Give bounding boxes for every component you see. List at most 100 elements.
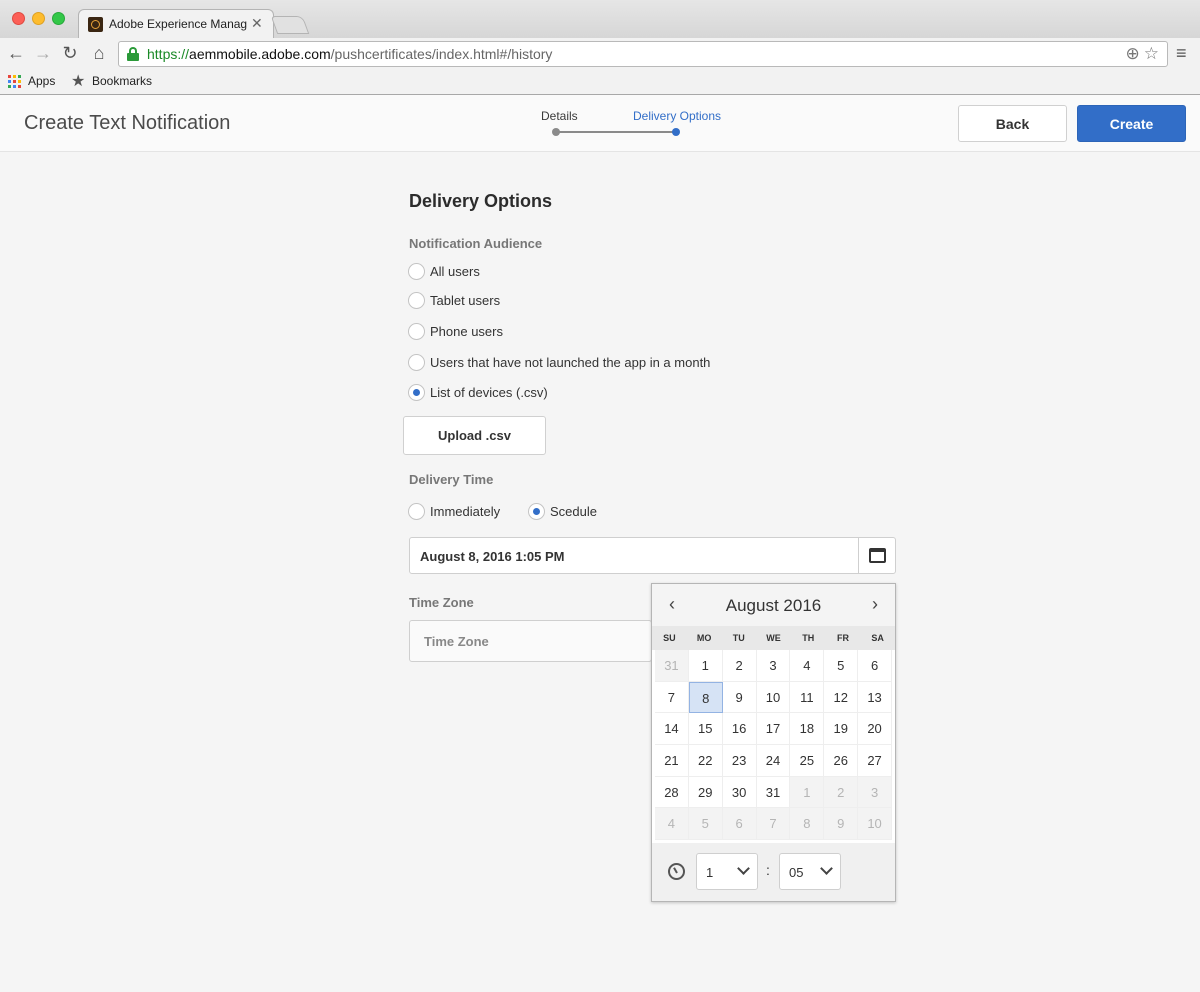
chevron-down-icon (737, 862, 750, 875)
step-details[interactable]: Details (541, 109, 578, 123)
chevron-down-icon (820, 862, 833, 875)
step-dot-delivery (672, 128, 680, 136)
radio-label: Tablet users (430, 292, 501, 308)
calendar-day[interactable]: 24 (756, 745, 791, 777)
timezone-label: Time Zone (409, 595, 474, 610)
back-button[interactable]: Back (958, 105, 1067, 142)
calendar-day[interactable]: 16 (722, 713, 757, 746)
calendar-day[interactable]: 6 (858, 650, 892, 682)
bookmark-apps[interactable]: Apps (28, 74, 55, 88)
address-bar[interactable]: https://aemmobile.adobe.com/pushcertific… (118, 41, 1168, 67)
calendar-day-outside-month[interactable]: 10 (858, 808, 892, 841)
create-button[interactable]: Create (1077, 105, 1186, 142)
hour-select[interactable]: 1 (696, 853, 758, 890)
radio-immediately[interactable]: Immediately (408, 501, 500, 521)
calendar-day-outside-month[interactable]: 31 (655, 650, 689, 682)
calendar-day-outside-month[interactable]: 2 (824, 776, 859, 809)
calendar-day[interactable]: 10 (756, 681, 791, 714)
calendar-day[interactable]: 25 (790, 745, 825, 777)
radio-all-users[interactable]: All users (408, 261, 480, 281)
bookmark-star-icon[interactable]: ☆ (1144, 44, 1163, 63)
browser-tab[interactable]: Adobe Experience Manager ✕ (78, 9, 274, 39)
radio-button-checked[interactable] (528, 502, 545, 520)
weekday-label: TU (732, 633, 745, 643)
browser-toolbar: ← → ↻ ⌂ https://aemmobile.adobe.com/push… (0, 38, 1200, 70)
hour-value: 1 (706, 865, 714, 880)
chevron-right-icon[interactable]: › (865, 594, 885, 615)
radio-button[interactable] (408, 353, 425, 371)
calendar-day[interactable]: 18 (790, 713, 825, 746)
browser-menu-icon[interactable]: ≡ (1176, 43, 1187, 64)
radio-schedule[interactable]: Scedule (528, 501, 597, 521)
calendar-day[interactable]: 27 (858, 745, 892, 777)
calendar-day[interactable]: 8 (688, 681, 723, 714)
calendar-day[interactable]: 23 (722, 745, 757, 777)
calendar-day[interactable]: 31 (756, 776, 791, 809)
upload-csv-button[interactable]: Upload .csv (403, 416, 546, 455)
calendar-day[interactable]: 28 (655, 776, 689, 809)
calendar-day[interactable]: 9 (722, 681, 757, 714)
calendar-day-outside-month[interactable]: 8 (790, 808, 825, 841)
calendar-day[interactable]: 7 (655, 681, 689, 714)
radio-button[interactable] (408, 291, 425, 309)
tab-close-icon[interactable]: ✕ (251, 15, 263, 32)
calendar-day[interactable]: 29 (688, 776, 723, 809)
calendar-day[interactable]: 17 (756, 713, 791, 746)
date-value: August 8, 2016 1:05 PM (420, 549, 565, 564)
calendar-day-outside-month[interactable]: 4 (655, 808, 689, 841)
reload-icon[interactable]: ↻ (59, 42, 81, 64)
calendar-day-outside-month[interactable]: 3 (858, 776, 892, 809)
calendar-day-outside-month[interactable]: 7 (756, 808, 791, 841)
radio-button[interactable] (408, 322, 425, 340)
url-text: https://aemmobile.adobe.com/pushcertific… (147, 46, 553, 62)
radio-button[interactable] (408, 502, 425, 520)
calendar-day-outside-month[interactable]: 5 (688, 808, 723, 841)
calendar-day[interactable]: 13 (858, 681, 892, 714)
calendar-day[interactable]: 26 (824, 745, 859, 777)
minute-select[interactable]: 05 (779, 853, 841, 890)
radio-inactive-users[interactable]: Users that have not launched the app in … (408, 352, 710, 372)
calendar-day[interactable]: 2 (722, 650, 757, 682)
calendar-day-outside-month[interactable]: 6 (722, 808, 757, 841)
calendar-day-outside-month[interactable]: 1 (790, 776, 825, 809)
new-tab-button[interactable] (270, 16, 310, 34)
weekday-label: TH (802, 633, 815, 643)
calendar-day[interactable]: 15 (688, 713, 723, 746)
calendar-day[interactable]: 1 (688, 650, 723, 682)
home-icon[interactable]: ⌂ (88, 42, 110, 64)
timezone-select[interactable]: Time Zone (409, 620, 652, 662)
apps-grid-icon[interactable] (8, 75, 21, 88)
minimize-window-button[interactable] (32, 12, 45, 25)
radio-button-checked[interactable] (408, 383, 425, 401)
calendar-day[interactable]: 4 (790, 650, 825, 682)
bookmark-folder[interactable]: Bookmarks (92, 74, 152, 88)
calendar-day[interactable]: 20 (858, 713, 892, 746)
radio-device-list[interactable]: List of devices (.csv) (408, 382, 548, 402)
calendar-day[interactable]: 12 (824, 681, 859, 714)
calendar-day[interactable]: 19 (824, 713, 859, 746)
radio-phone-users[interactable]: Phone users (408, 321, 503, 341)
date-time-input[interactable]: August 8, 2016 1:05 PM (409, 537, 896, 574)
weekday-label: MO (696, 633, 712, 643)
close-window-button[interactable] (12, 12, 25, 25)
calendar-day[interactable]: 5 (824, 650, 859, 682)
calendar-button[interactable] (858, 538, 895, 573)
calendar-day[interactable]: 21 (655, 745, 689, 777)
forward-arrow-icon[interactable]: → (32, 42, 54, 64)
zoom-window-button[interactable] (52, 12, 65, 25)
step-delivery-options[interactable]: Delivery Options (633, 109, 721, 123)
back-arrow-icon[interactable]: ← (5, 42, 27, 64)
calendar-days: 31 1 2 3 4 5 6 7 8 9 10 11 12 13 14 15 16 17 18 19 20 21 22 23 2… (655, 650, 892, 841)
calendar-day[interactable]: 22 (688, 745, 723, 777)
section-title: Delivery Options (409, 191, 553, 211)
calendar-icon (869, 548, 886, 563)
zoom-icon[interactable]: ⊕ (1126, 44, 1144, 63)
radio-label: Immediately (430, 503, 501, 519)
radio-tablet-users[interactable]: Tablet users (408, 290, 500, 310)
calendar-day-outside-month[interactable]: 9 (824, 808, 859, 841)
calendar-day[interactable]: 30 (722, 776, 757, 809)
radio-button[interactable] (408, 262, 425, 280)
calendar-day[interactable]: 3 (756, 650, 791, 682)
calendar-day[interactable]: 11 (790, 681, 825, 714)
calendar-day[interactable]: 14 (655, 713, 689, 746)
